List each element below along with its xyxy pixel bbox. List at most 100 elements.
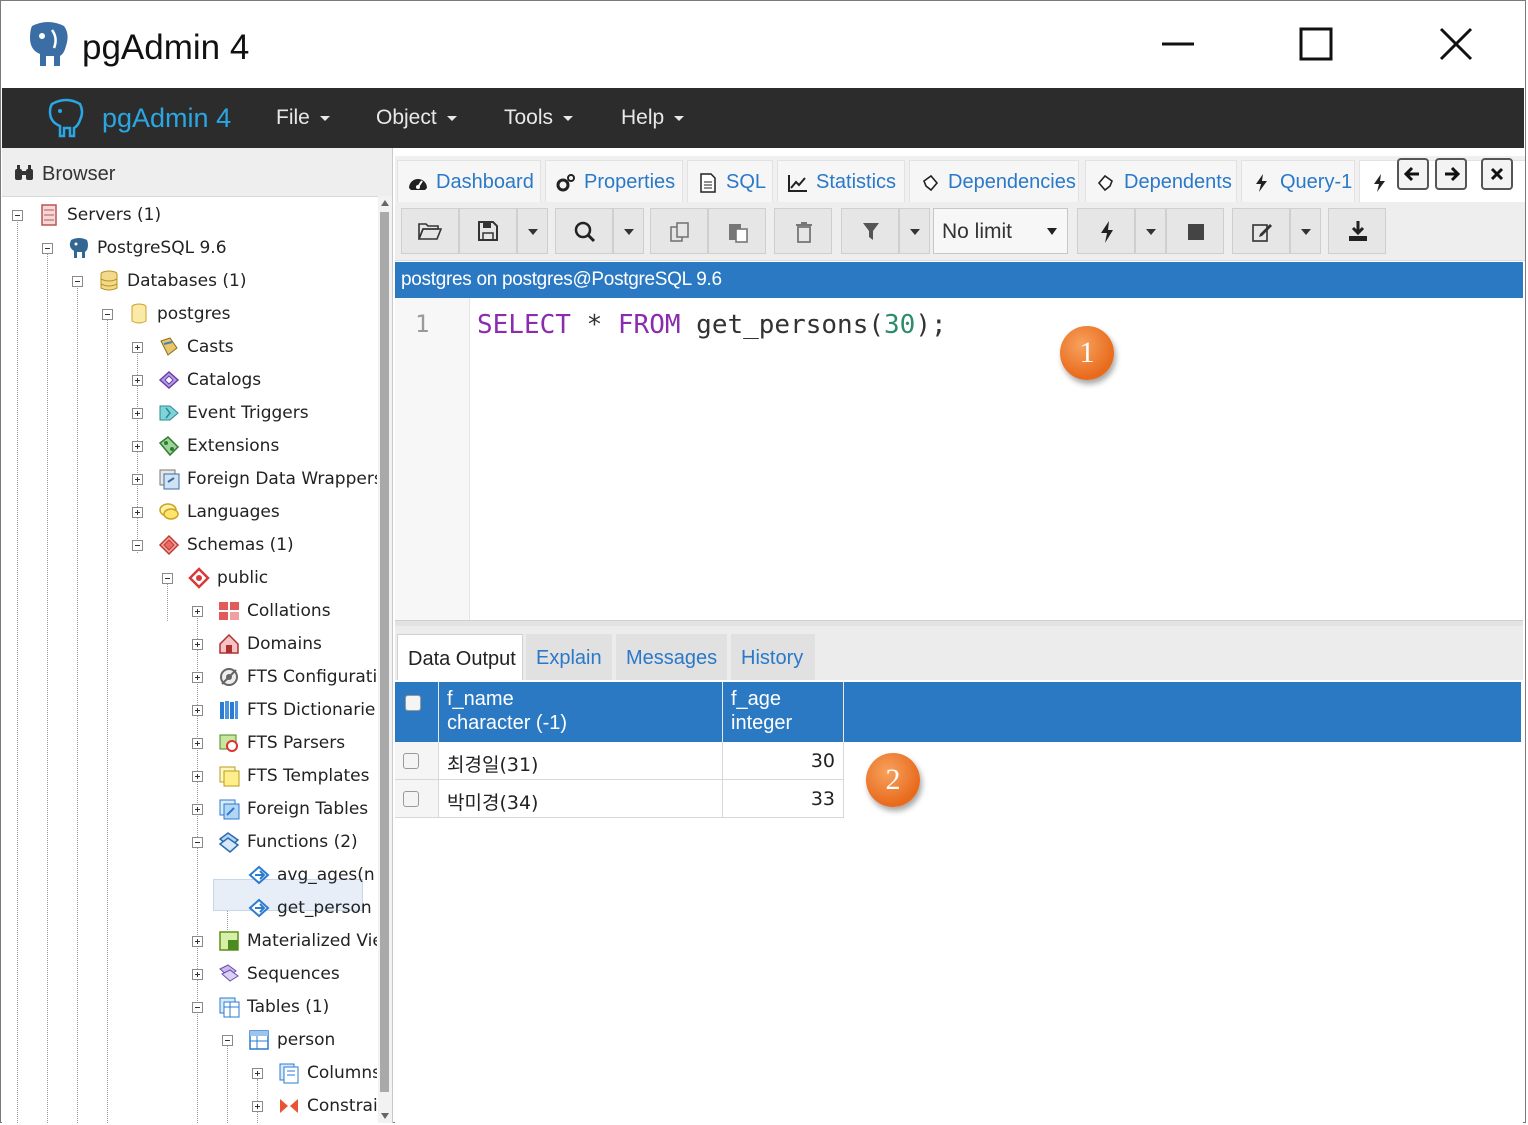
expand-toggle[interactable] [192, 771, 203, 782]
expand-toggle[interactable] [192, 639, 203, 650]
tab-sql[interactable]: SQL [687, 160, 773, 202]
row-limit-select[interactable]: No limit [933, 208, 1068, 254]
tab-query-1[interactable]: Query-1 [1241, 160, 1355, 202]
collapse-toggle[interactable] [12, 210, 23, 221]
filter-button[interactable] [841, 208, 899, 254]
tab-dependencies[interactable]: Dependencies [909, 160, 1079, 202]
sql-code-line[interactable]: SELECT * FROM get_persons(30); [477, 310, 947, 340]
tree-guide [167, 581, 168, 621]
chevron-down-icon [319, 115, 330, 121]
menu-help[interactable]: Help [621, 106, 685, 130]
collapse-toggle[interactable] [42, 243, 53, 254]
expand-toggle[interactable] [192, 738, 203, 749]
collapse-toggle[interactable] [102, 309, 113, 320]
cell-f-name[interactable]: 박미경(34) [439, 780, 723, 817]
caret-down-icon [1146, 229, 1156, 235]
expand-toggle[interactable] [192, 804, 203, 815]
download-button[interactable] [1328, 208, 1386, 254]
column-header-f-age[interactable]: f_age integer [723, 682, 844, 742]
open-file-button[interactable] [401, 208, 459, 254]
expand-toggle[interactable] [132, 342, 143, 353]
collapse-toggle[interactable] [132, 540, 143, 551]
save-button[interactable] [459, 208, 517, 254]
select-all-checkbox[interactable] [405, 695, 421, 711]
tab-scroll-right-button[interactable] [1435, 158, 1467, 190]
scroll-down-icon[interactable] [381, 1113, 389, 1119]
tree-label: PostgreSQL 9.6 [97, 238, 227, 258]
cell-f-age[interactable]: 33 [723, 780, 844, 817]
line-chart-icon [788, 175, 807, 192]
edit-button[interactable] [1232, 208, 1290, 254]
tree-scrollbar[interactable] [378, 196, 392, 1123]
collapse-toggle[interactable] [192, 837, 203, 848]
find-button[interactable] [555, 208, 613, 254]
tree-label: Servers (1) [67, 205, 162, 225]
close-icon[interactable] [1436, 24, 1476, 64]
expand-toggle[interactable] [132, 375, 143, 386]
main-tab-bar: Dashboard Properties SQL Statistics Depe… [395, 156, 1525, 203]
cell-f-age[interactable]: 30 [723, 742, 844, 779]
expand-toggle[interactable] [252, 1068, 263, 1079]
collapse-toggle[interactable] [222, 1035, 233, 1046]
collapse-toggle[interactable] [192, 1002, 203, 1013]
expand-toggle[interactable] [192, 969, 203, 980]
column-header-f-name[interactable]: f_name character (-1) [439, 682, 723, 742]
scroll-up-icon[interactable] [381, 200, 389, 206]
tree-guide [227, 1046, 228, 1123]
maximize-icon[interactable] [1296, 24, 1336, 64]
row-checkbox[interactable] [403, 753, 419, 769]
execute-dropdown-button[interactable] [1135, 208, 1166, 254]
row-select-cell[interactable] [395, 742, 439, 779]
tab-properties[interactable]: Properties [545, 160, 683, 202]
minimize-icon[interactable] [1158, 24, 1198, 64]
tree-label: person [277, 1030, 336, 1050]
expand-toggle[interactable] [252, 1101, 263, 1112]
expand-toggle[interactable] [192, 705, 203, 716]
chevron-down-icon [674, 115, 685, 121]
expand-toggle[interactable] [132, 474, 143, 485]
tab-scroll-left-button[interactable] [1397, 158, 1429, 190]
menu-object[interactable]: Object [376, 106, 457, 130]
expand-toggle[interactable] [132, 441, 143, 452]
close-tab-button[interactable] [1481, 158, 1513, 190]
menu-file[interactable]: File [276, 106, 330, 130]
stop-button[interactable] [1166, 208, 1224, 254]
expand-toggle[interactable] [132, 507, 143, 518]
collations-icon [219, 602, 239, 620]
expand-toggle[interactable] [192, 606, 203, 617]
database-icon [131, 303, 147, 324]
find-dropdown-button[interactable] [613, 208, 644, 254]
select-all-cell[interactable] [395, 682, 439, 742]
row-checkbox[interactable] [403, 791, 419, 807]
save-dropdown-button[interactable] [517, 208, 548, 254]
tab-statistics[interactable]: Statistics [777, 160, 905, 202]
expand-toggle[interactable] [192, 936, 203, 947]
edit-dropdown-button[interactable] [1290, 208, 1321, 254]
collapse-toggle[interactable] [162, 573, 173, 584]
table-row[interactable]: 박미경(34) 33 [395, 780, 844, 818]
execute-button[interactable] [1077, 208, 1135, 254]
scrollbar-thumb[interactable] [380, 212, 389, 1092]
sql-editor[interactable]: 1 SELECT * FROM get_persons(30); [395, 298, 1523, 620]
collapse-toggle[interactable] [72, 276, 83, 287]
delete-button[interactable] [774, 208, 832, 254]
tab-data-output[interactable]: Data Output [397, 634, 523, 680]
copy-button[interactable] [650, 208, 708, 254]
expand-toggle[interactable] [132, 408, 143, 419]
sql-token: ); [915, 310, 947, 340]
filter-dropdown-button[interactable] [899, 208, 930, 254]
tab-history[interactable]: History [731, 634, 815, 680]
table-row[interactable]: 최경일(31) 30 [395, 742, 844, 780]
expand-toggle[interactable] [192, 672, 203, 683]
cell-f-name[interactable]: 최경일(31) [439, 742, 723, 779]
menu-tools[interactable]: Tools [504, 106, 574, 130]
tab-dependents[interactable]: Dependents [1085, 160, 1237, 202]
search-icon [574, 221, 596, 243]
connection-label: postgres on postgres@PostgreSQL 9.6 [401, 269, 722, 290]
tab-messages[interactable]: Messages [616, 634, 727, 680]
brand-label[interactable]: pgAdmin 4 [102, 103, 231, 134]
row-select-cell[interactable] [395, 780, 439, 817]
tab-explain[interactable]: Explain [526, 634, 612, 680]
tab-dashboard[interactable]: Dashboard [397, 160, 541, 202]
paste-button[interactable] [708, 208, 766, 254]
